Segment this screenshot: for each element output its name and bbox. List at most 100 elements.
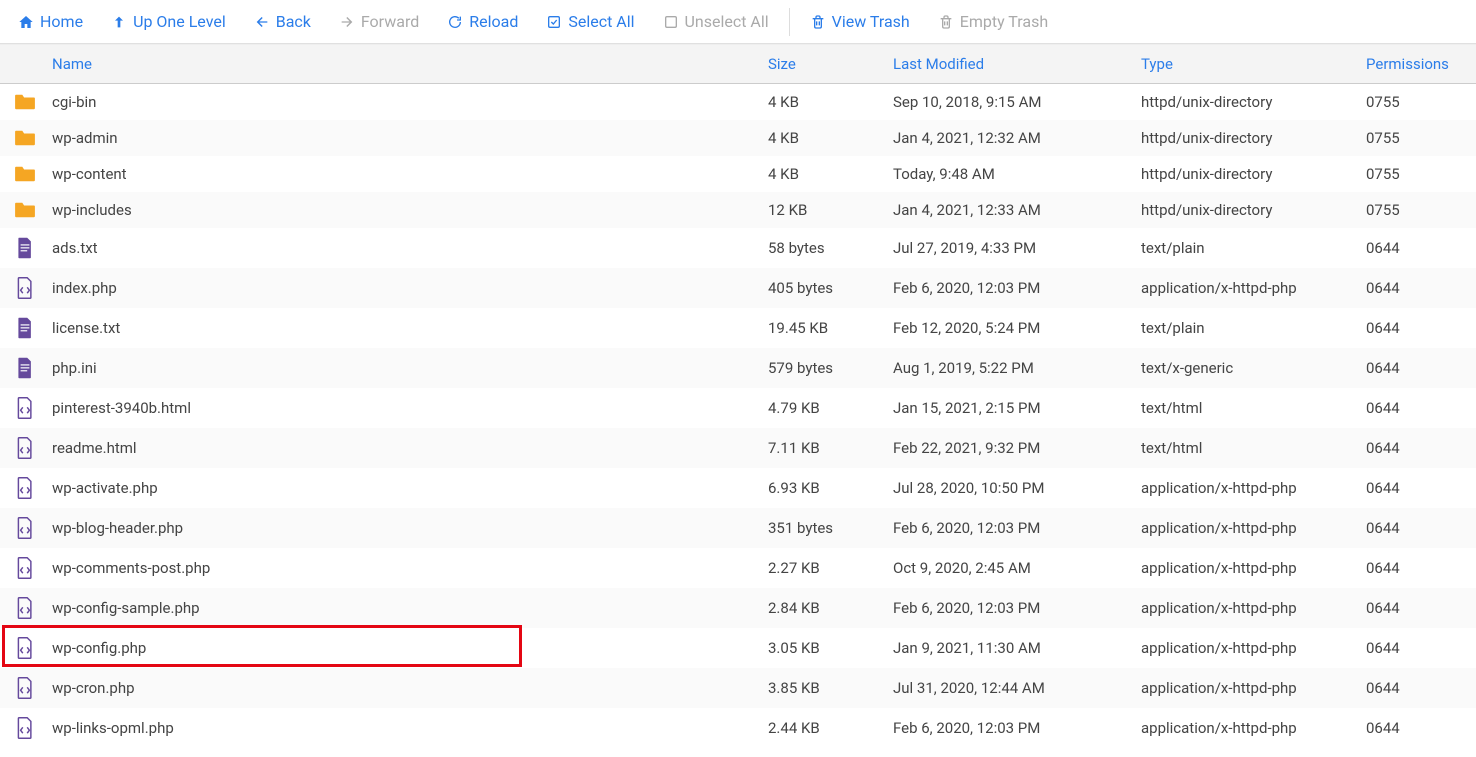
table-row[interactable]: wp-comments-post.php2.27 KBOct 9, 2020, … [0,548,1476,588]
table-row[interactable]: wp-activate.php6.93 KBJul 28, 2020, 10:5… [0,468,1476,508]
file-permissions: 0644 [1366,239,1476,257]
code-file-icon [16,717,34,739]
forward-label: Forward [361,12,419,31]
table-row[interactable]: cgi-bin4 KBSep 10, 2018, 9:15 AMhttpd/un… [0,84,1476,120]
text-file-icon [16,317,34,339]
table-row[interactable]: wp-cron.php3.85 KBJul 31, 2020, 12:44 AM… [0,668,1476,708]
header-modified[interactable]: Last Modified [893,55,1141,73]
header-size[interactable]: Size [768,55,893,73]
file-name: wp-cron.php [50,679,768,697]
file-size: 19.45 KB [768,319,893,337]
file-name: readme.html [50,439,768,457]
row-icon [0,717,50,739]
code-file-icon [16,477,34,499]
row-icon [0,397,50,419]
file-size: 4.79 KB [768,399,893,417]
table-row[interactable]: wp-admin4 KBJan 4, 2021, 12:32 AMhttpd/u… [0,120,1476,156]
up-icon [111,14,127,30]
home-icon [18,14,34,30]
file-type: httpd/unix-directory [1141,129,1366,147]
file-name: wp-activate.php [50,479,768,497]
file-modified: Feb 6, 2020, 12:03 PM [893,519,1141,537]
folder-icon [14,201,36,219]
file-modified: Jan 9, 2021, 11:30 AM [893,639,1141,657]
select-all-button[interactable]: Select All [532,6,648,37]
file-name: ads.txt [50,239,768,257]
file-name: license.txt [50,319,768,337]
file-permissions: 0644 [1366,359,1476,377]
file-name: wp-includes [50,201,768,219]
table-row[interactable]: php.ini579 bytesAug 1, 2019, 5:22 PMtext… [0,348,1476,388]
row-icon [0,129,50,147]
header-name[interactable]: Name [0,55,768,73]
forward-button: Forward [325,6,433,37]
file-permissions: 0755 [1366,129,1476,147]
code-file-icon [16,637,34,659]
file-size: 58 bytes [768,239,893,257]
file-size: 405 bytes [768,279,893,297]
view-trash-button[interactable]: View Trash [796,6,924,37]
row-icon [0,517,50,539]
file-permissions: 0644 [1366,679,1476,697]
table-row[interactable]: pinterest-3940b.html4.79 KBJan 15, 2021,… [0,388,1476,428]
file-type: httpd/unix-directory [1141,93,1366,111]
file-modified: Sep 10, 2018, 9:15 AM [893,93,1141,111]
back-icon [254,14,270,30]
header-type[interactable]: Type [1141,55,1366,73]
code-file-icon [16,397,34,419]
table-row[interactable]: wp-blog-header.php351 bytesFeb 6, 2020, … [0,508,1476,548]
check-square-icon [546,14,562,30]
code-file-icon [16,597,34,619]
select-all-label: Select All [568,12,634,31]
folder-icon [14,93,36,111]
file-modified: Feb 6, 2020, 12:03 PM [893,279,1141,297]
up-label: Up One Level [133,12,226,31]
file-type: application/x-httpd-php [1141,599,1366,617]
file-permissions: 0644 [1366,719,1476,737]
trash-icon [938,14,954,30]
table-row[interactable]: wp-links-opml.php2.44 KBFeb 6, 2020, 12:… [0,708,1476,748]
folder-icon [14,165,36,183]
empty-trash-label: Empty Trash [960,12,1048,31]
row-icon [0,93,50,111]
empty-trash-button: Empty Trash [924,6,1062,37]
file-modified: Feb 22, 2021, 9:32 PM [893,439,1141,457]
file-size: 4 KB [768,129,893,147]
table-row[interactable]: wp-config.php3.05 KBJan 9, 2021, 11:30 A… [0,628,1476,668]
code-file-icon [16,277,34,299]
file-type: text/x-generic [1141,359,1366,377]
table-row[interactable]: wp-includes12 KBJan 4, 2021, 12:33 AMhtt… [0,192,1476,228]
up-button[interactable]: Up One Level [97,6,240,37]
file-size: 3.05 KB [768,639,893,657]
table-row[interactable]: ads.txt58 bytesJul 27, 2019, 4:33 PMtext… [0,228,1476,268]
file-list: cgi-bin4 KBSep 10, 2018, 9:15 AMhttpd/un… [0,84,1476,748]
back-label: Back [276,12,311,31]
file-permissions: 0755 [1366,93,1476,111]
code-file-icon [16,517,34,539]
file-modified: Aug 1, 2019, 5:22 PM [893,359,1141,377]
file-size: 579 bytes [768,359,893,377]
table-row[interactable]: index.php405 bytesFeb 6, 2020, 12:03 PMa… [0,268,1476,308]
file-size: 2.84 KB [768,599,893,617]
row-icon [0,597,50,619]
table-row[interactable]: license.txt19.45 KBFeb 12, 2020, 5:24 PM… [0,308,1476,348]
home-button[interactable]: Home [4,6,97,37]
file-permissions: 0644 [1366,559,1476,577]
forward-icon [339,14,355,30]
file-type: application/x-httpd-php [1141,279,1366,297]
home-label: Home [40,12,83,31]
file-name: cgi-bin [50,93,768,111]
table-row[interactable]: wp-content4 KBToday, 9:48 AMhttpd/unix-d… [0,156,1476,192]
back-button[interactable]: Back [240,6,325,37]
file-name: pinterest-3940b.html [50,399,768,417]
file-type: application/x-httpd-php [1141,679,1366,697]
file-modified: Jan 4, 2021, 12:32 AM [893,129,1141,147]
code-file-icon [16,437,34,459]
reload-button[interactable]: Reload [433,6,532,37]
table-row[interactable]: wp-config-sample.php2.84 KBFeb 6, 2020, … [0,588,1476,628]
header-permissions[interactable]: Permissions [1366,55,1476,73]
file-size: 4 KB [768,93,893,111]
file-type: application/x-httpd-php [1141,479,1366,497]
file-size: 351 bytes [768,519,893,537]
table-row[interactable]: readme.html7.11 KBFeb 22, 2021, 9:32 PMt… [0,428,1476,468]
